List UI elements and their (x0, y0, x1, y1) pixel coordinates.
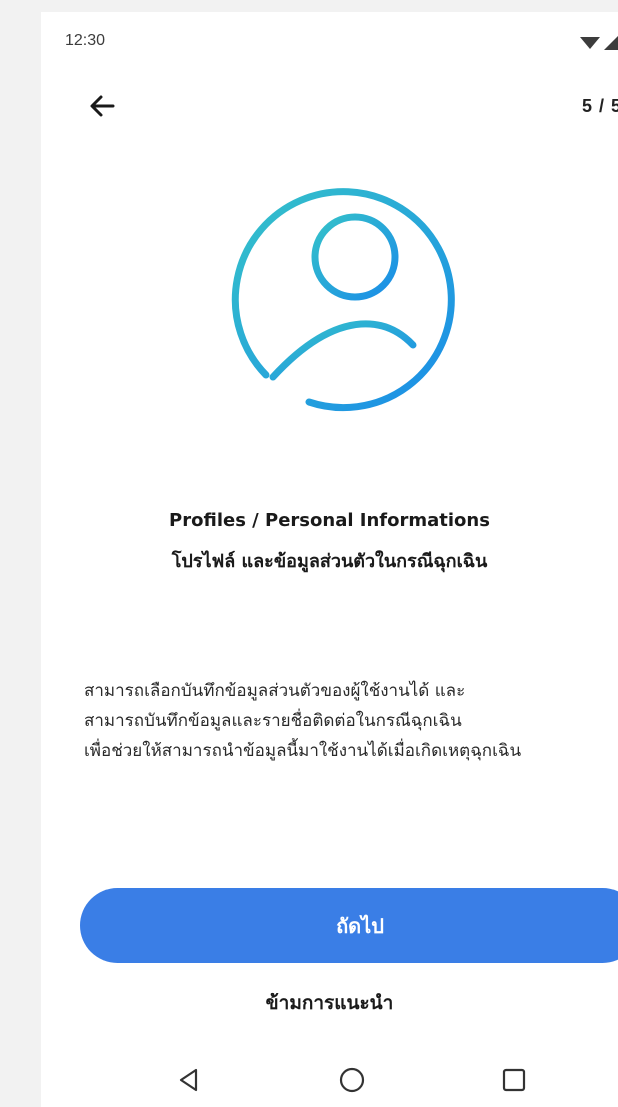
next-button[interactable]: ถัดไป (80, 888, 618, 963)
title-thai: โปรไฟล์ และข้อมูลส่วนตัวในกรณีฉุกเฉิน (171, 551, 488, 572)
nav-home-button[interactable] (334, 1062, 370, 1098)
title-english: Profiles / Personal Informations (169, 510, 490, 531)
arrow-left-icon (90, 95, 115, 117)
status-icons (580, 36, 618, 50)
description: สามารถเลือกบันทึกข้อมูลส่วนตัวของผู้ใช้ง… (84, 676, 618, 766)
description-line: เพื่อช่วยให้สามารถนำข้อมูลนี้มาใช้งานได้… (84, 741, 522, 761)
nav-back-button[interactable] (171, 1062, 207, 1098)
description-line: สามารถเลือกบันทึกข้อมูลส่วนตัวของผู้ใช้ง… (84, 681, 466, 701)
status-bar: 12:30 (41, 12, 618, 72)
status-time: 12:30 (65, 32, 106, 49)
signal-icon (604, 36, 618, 50)
phone-screen: 12:30 5 / 5 Profiles / Personal Informat… (41, 12, 618, 1107)
recents-square-icon (502, 1068, 526, 1092)
page-indicator: 5 / 5 (581, 96, 618, 116)
back-button[interactable] (85, 88, 121, 124)
description-line: สามารถบันทึกข้อมูลและรายชื่อติดต่อในกรณี… (84, 711, 462, 731)
wifi-icon (580, 37, 600, 49)
back-triangle-icon (179, 1068, 198, 1092)
home-circle-icon (339, 1067, 365, 1093)
skip-intro-link[interactable]: ข้ามการแนะนำ (41, 988, 618, 1018)
user-profile-icon (231, 188, 455, 412)
nav-recents-button[interactable] (496, 1062, 532, 1098)
system-nav-bar (41, 1052, 618, 1107)
